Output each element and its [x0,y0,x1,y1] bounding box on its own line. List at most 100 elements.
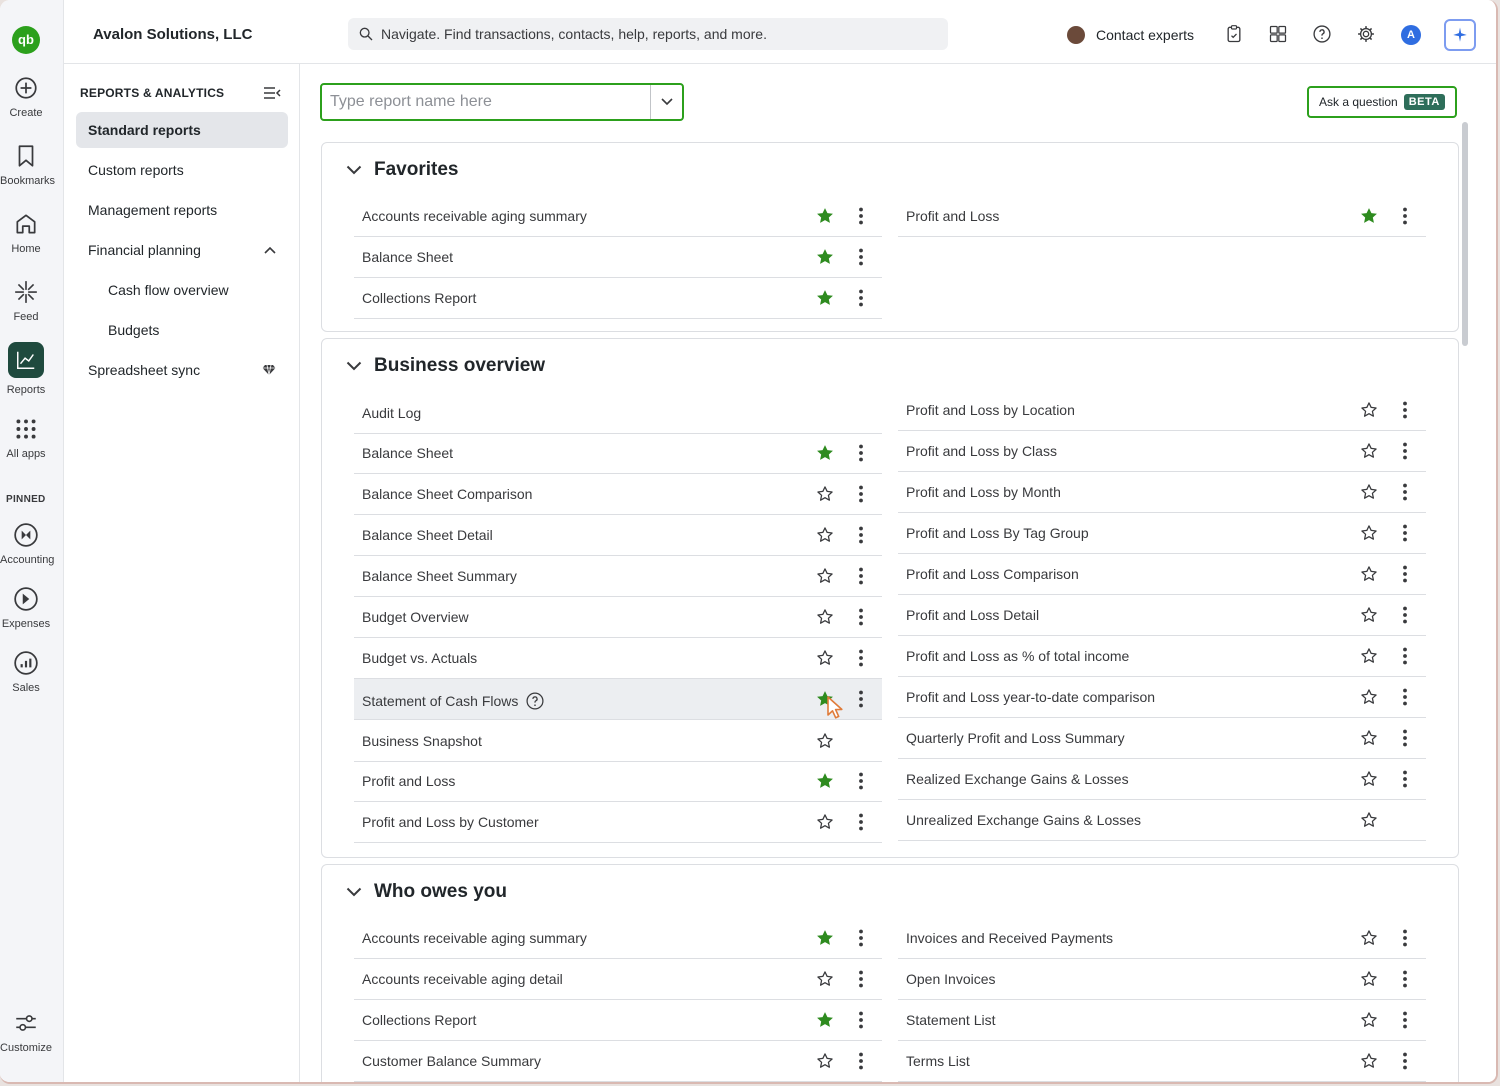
section-header[interactable]: Favorites [346,159,458,181]
report-link[interactable]: Unrealized Exchange Gains & Losses [906,812,1141,828]
more-options-icon[interactable] [1398,687,1412,707]
report-link[interactable]: Invoices and Received Payments [906,930,1113,946]
report-search-combobox[interactable] [320,83,684,121]
report-link[interactable]: Balance Sheet Summary [362,568,517,584]
report-row-budget-overview[interactable]: Budget Overview [354,597,882,638]
star-outline-icon[interactable] [1359,400,1379,420]
report-row-balance-sheet[interactable]: Balance Sheet [354,433,882,474]
more-options-icon[interactable] [1398,928,1412,948]
report-search-input[interactable] [322,85,650,119]
report-row-statement-of-cash-flows[interactable]: Statement of Cash Flows [354,679,882,720]
star-filled-icon[interactable] [815,288,835,308]
rail-accounting[interactable]: Accounting [0,522,54,566]
more-options-icon[interactable] [854,525,868,545]
more-options-icon[interactable] [854,1010,868,1030]
report-link[interactable]: Profit and Loss [362,773,455,789]
more-options-icon[interactable] [854,206,868,226]
report-link[interactable]: Balance Sheet Detail [362,527,493,543]
report-link[interactable]: Audit Log [362,405,421,421]
report-row-terms-list[interactable]: Terms List [898,1041,1426,1082]
report-row-accounts-receivable-aging-summary[interactable]: Accounts receivable aging summary [354,196,882,237]
clipboard-icon[interactable] [1224,24,1244,44]
collapse-menu-icon[interactable] [263,86,281,100]
rail-sales[interactable]: Sales [0,650,52,694]
more-options-icon[interactable] [1398,969,1412,989]
star-outline-icon[interactable] [1359,728,1379,748]
report-link[interactable]: Balance Sheet [362,249,453,265]
more-options-icon[interactable] [854,443,868,463]
report-link[interactable]: Profit and Loss Comparison [906,566,1079,582]
rail-reports[interactable]: Reports [0,342,52,396]
sidebar-item-spreadsheet-sync[interactable]: Spreadsheet sync [76,352,288,388]
report-row-profit-and-loss-by-customer[interactable]: Profit and Loss by Customer [354,802,882,843]
more-options-icon[interactable] [1398,728,1412,748]
report-row-accounts-receivable-aging-summary[interactable]: Accounts receivable aging summary [354,918,882,959]
section-header[interactable]: Who owes you [346,881,507,903]
report-row-invoices-and-received-payments[interactable]: Invoices and Received Payments [898,918,1426,959]
user-avatar[interactable]: A [1401,25,1421,45]
more-options-icon[interactable] [854,969,868,989]
more-options-icon[interactable] [854,484,868,504]
global-search[interactable]: Navigate. Find transactions, contacts, h… [348,18,948,50]
star-outline-icon[interactable] [1359,769,1379,789]
star-outline-icon[interactable] [815,969,835,989]
report-row-profit-and-loss-by-month[interactable]: Profit and Loss by Month [898,472,1426,513]
report-link[interactable]: Profit and Loss by Class [906,443,1057,459]
star-filled-icon[interactable] [1359,206,1379,226]
rail-feed[interactable]: Feed [0,279,52,323]
sidebar-item-budgets[interactable]: Budgets [76,312,288,348]
star-outline-icon[interactable] [1359,687,1379,707]
report-link[interactable]: Balance Sheet Comparison [362,486,532,502]
report-row-budget-vs-actuals[interactable]: Budget vs. Actuals [354,638,882,679]
assistant-button[interactable] [1444,19,1476,51]
report-link[interactable]: Accounts receivable aging summary [362,930,587,946]
sidebar-item-cash-flow-overview[interactable]: Cash flow overview [76,272,288,308]
help-circle-icon[interactable] [525,691,545,711]
star-outline-icon[interactable] [815,812,835,832]
more-options-icon[interactable] [854,566,868,586]
star-outline-icon[interactable] [1359,1010,1379,1030]
section-header[interactable]: Business overview [346,355,545,377]
report-link[interactable]: Profit and Loss [906,208,999,224]
star-outline-icon[interactable] [1359,1051,1379,1071]
more-options-icon[interactable] [854,771,868,791]
report-link[interactable]: Terms List [906,1053,970,1069]
report-link[interactable]: Profit and Loss by Customer [362,814,539,830]
star-outline-icon[interactable] [1359,441,1379,461]
report-link[interactable]: Quarterly Profit and Loss Summary [906,730,1125,746]
sidebar-item-custom-reports[interactable]: Custom reports [76,152,288,188]
rail-expenses[interactable]: Expenses [0,586,52,630]
sidebar-item-financial-planning[interactable]: Financial planning [76,232,288,268]
report-link[interactable]: Statement of Cash Flows [362,691,545,711]
report-row-open-invoices[interactable]: Open Invoices [898,959,1426,1000]
report-link[interactable]: Profit and Loss by Month [906,484,1061,500]
rail-customize[interactable]: Customize [0,1010,52,1054]
report-row-audit-log[interactable]: Audit Log [354,393,882,434]
report-row-balance-sheet-comparison[interactable]: Balance Sheet Comparison [354,474,882,515]
rail-all-apps[interactable]: All apps [0,416,52,460]
star-outline-icon[interactable] [1359,564,1379,584]
report-row-profit-and-loss-by-location[interactable]: Profit and Loss by Location [898,390,1426,431]
report-link[interactable]: Balance Sheet [362,445,453,461]
report-link[interactable]: Realized Exchange Gains & Losses [906,771,1129,787]
more-options-icon[interactable] [854,1051,868,1071]
rail-bookmarks[interactable]: Bookmarks [0,143,55,187]
report-row-statement-list[interactable]: Statement List [898,1000,1426,1041]
more-options-icon[interactable] [1398,523,1412,543]
star-filled-icon[interactable] [815,247,835,267]
report-link[interactable]: Profit and Loss By Tag Group [906,525,1089,541]
report-row-profit-and-loss-detail[interactable]: Profit and Loss Detail [898,595,1426,636]
report-link[interactable]: Budget vs. Actuals [362,650,477,666]
star-outline-icon[interactable] [815,484,835,504]
report-row-profit-and-loss-comparison[interactable]: Profit and Loss Comparison [898,554,1426,595]
more-options-icon[interactable] [1398,564,1412,584]
report-link[interactable]: Open Invoices [906,971,996,987]
star-outline-icon[interactable] [815,648,835,668]
more-options-icon[interactable] [854,288,868,308]
apps-switch-icon[interactable] [1268,24,1288,44]
star-outline-icon[interactable] [1359,646,1379,666]
more-options-icon[interactable] [1398,646,1412,666]
star-outline-icon[interactable] [815,607,835,627]
star-filled-icon[interactable] [815,443,835,463]
report-search-dropdown[interactable] [650,85,682,119]
